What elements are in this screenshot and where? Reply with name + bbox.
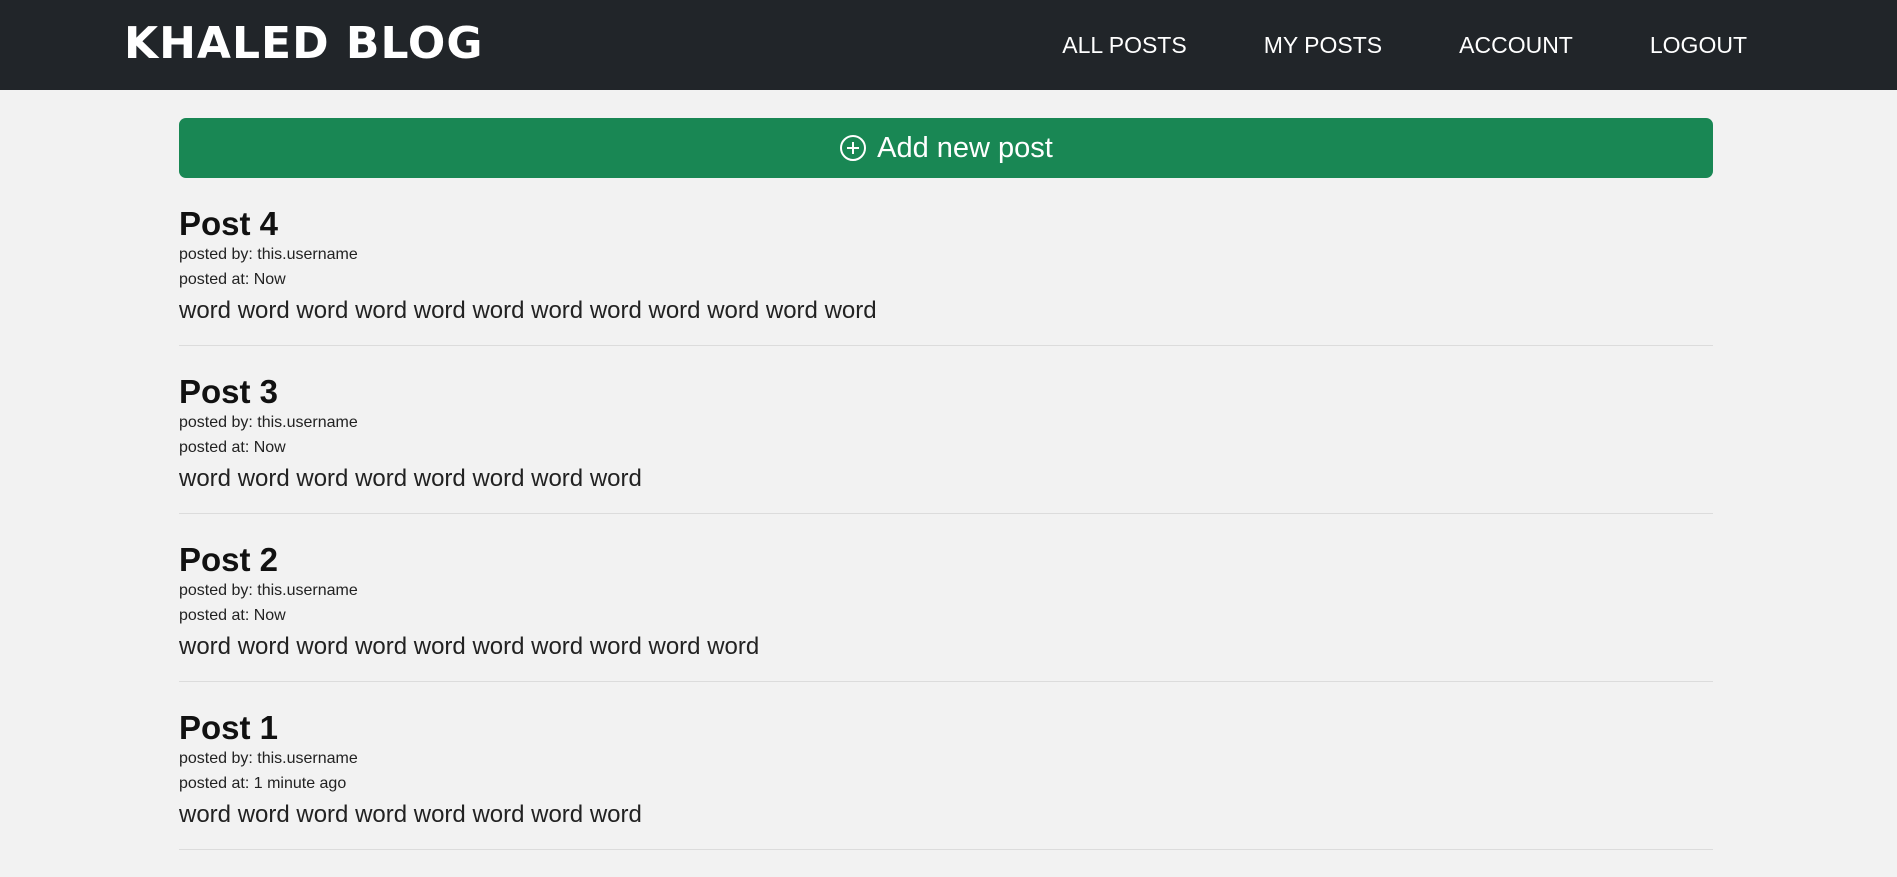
nav-link-my-posts[interactable]: MY POSTS: [1264, 32, 1382, 59]
post-title[interactable]: Post 1: [179, 710, 1713, 746]
post-timestamp: posted at: Now: [179, 439, 286, 456]
post-body: word word word word word word word word …: [179, 297, 877, 324]
post-title[interactable]: Post 4: [179, 206, 1713, 242]
post-title[interactable]: Post 3: [179, 374, 1713, 410]
nav-link-logout[interactable]: LOGOUT: [1650, 32, 1747, 59]
add-new-post-button[interactable]: Add new post: [179, 118, 1713, 178]
post-author: posted by: this.username: [179, 246, 358, 263]
post-item: Post 1 posted by: this.username posted a…: [179, 710, 1713, 850]
add-new-post-label: Add new post: [877, 131, 1053, 164]
post-body: word word word word word word word word: [179, 801, 642, 828]
post-author: posted by: this.username: [179, 582, 358, 599]
post-item: Post 3 posted by: this.username posted a…: [179, 374, 1713, 514]
nav-link-account[interactable]: ACCOUNT: [1459, 32, 1573, 59]
post-timestamp: posted at: Now: [179, 607, 286, 624]
post-author: posted by: this.username: [179, 750, 358, 767]
top-navbar: KHALED BLOG ALL POSTS MY POSTS ACCOUNT L…: [0, 0, 1897, 90]
brand-logo[interactable]: KHALED BLOG: [124, 17, 483, 71]
post-timestamp: posted at: Now: [179, 271, 286, 288]
post-author: posted by: this.username: [179, 414, 358, 431]
post-title[interactable]: Post 2: [179, 542, 1713, 578]
main-content: Add new post Post 4 posted by: this.user…: [179, 118, 1713, 850]
post-timestamp: posted at: 1 minute ago: [179, 775, 347, 792]
post-item: Post 2 posted by: this.username posted a…: [179, 542, 1713, 682]
post-item: Post 4 posted by: this.username posted a…: [179, 206, 1713, 346]
plus-circle-icon: [840, 135, 867, 161]
nav-links: ALL POSTS MY POSTS ACCOUNT LOGOUT: [1062, 0, 1747, 90]
post-body: word word word word word word word word: [179, 465, 642, 492]
nav-link-all-posts[interactable]: ALL POSTS: [1062, 32, 1186, 59]
post-body: word word word word word word word word …: [179, 633, 760, 660]
